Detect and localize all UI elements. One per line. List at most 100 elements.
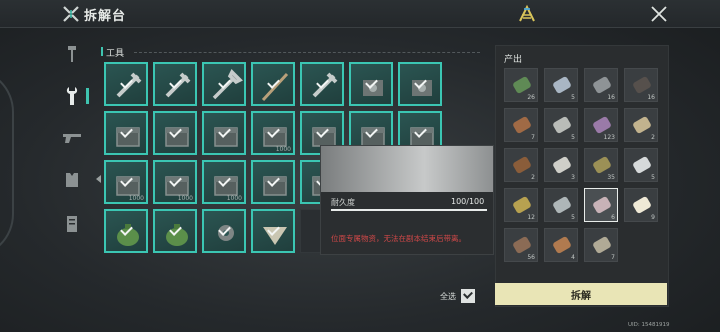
grid-item[interactable] [104, 209, 148, 253]
rail-arc-decoration [0, 68, 14, 258]
output-item[interactable]: 12 [504, 188, 538, 222]
category-tab-hammer[interactable] [60, 42, 84, 66]
grid-item[interactable]: 1000 [104, 160, 148, 204]
section-divider [134, 52, 480, 53]
output-qty: 5 [571, 134, 575, 141]
output-qty: 123 [603, 134, 615, 141]
output-item[interactable]: 5 [624, 148, 658, 182]
box-icon [116, 127, 140, 147]
grid-item[interactable] [202, 111, 246, 155]
durability-value: 100/100 [451, 197, 485, 206]
dismantle-button[interactable]: 拆解 [495, 283, 667, 305]
output-item[interactable]: 16 [584, 68, 618, 102]
output-qty: 5 [571, 94, 575, 101]
output-item[interactable]: 56 [504, 228, 538, 262]
tooltip-warning: 位面专属物资，无法在剧本结束后带离。 [331, 234, 466, 243]
vest-icon [66, 173, 78, 187]
item-count: 1000 [275, 146, 291, 153]
output-item[interactable]: 35 [584, 148, 618, 182]
output-item[interactable]: 123 [584, 108, 618, 142]
output-item[interactable]: 4 [544, 228, 578, 262]
output-qty: 12 [527, 214, 535, 221]
grid-item[interactable] [153, 62, 197, 106]
grid-item[interactable] [153, 111, 197, 155]
machine-icon [363, 80, 383, 96]
kite-icon [263, 227, 287, 245]
tool-icon [312, 72, 338, 98]
output-qty: 6 [611, 214, 615, 221]
gun-icon [63, 134, 81, 143]
tooltip-header [321, 146, 493, 192]
output-item[interactable]: 5 [544, 108, 578, 142]
select-all-label: 全选 [440, 291, 456, 301]
output-item[interactable]: 26 [504, 68, 538, 102]
book-icon [67, 216, 77, 232]
grid-item[interactable] [251, 62, 295, 106]
durability-bar [331, 209, 487, 211]
output-title: 产出 [504, 55, 523, 65]
item-count: 1000 [128, 195, 144, 202]
grid-item[interactable]: 1000 [153, 160, 197, 204]
grid-item[interactable] [300, 62, 344, 106]
output-qty: 3 [571, 174, 575, 181]
category-tab-documents[interactable] [60, 212, 84, 236]
select-all-checkbox[interactable] [461, 289, 475, 303]
output-item[interactable]: 16 [624, 68, 658, 102]
grid-item[interactable]: 1000 [202, 160, 246, 204]
category-tab-weapons[interactable] [60, 126, 84, 150]
output-item[interactable]: 5 [544, 188, 578, 222]
durability-bar-fill [331, 209, 487, 211]
output-item[interactable]: 7 [504, 108, 538, 142]
item-count: 1000 [226, 195, 242, 202]
output-qty: 7 [531, 134, 535, 141]
machine-icon [412, 80, 432, 96]
category-rail [0, 28, 95, 332]
select-all-toggle[interactable]: 全选 [440, 289, 475, 303]
rod-icon [261, 72, 289, 102]
output-qty: 4 [571, 254, 575, 261]
output-qty: 7 [611, 254, 615, 261]
category-tab-armor[interactable] [60, 168, 84, 192]
grid-item[interactable] [104, 111, 148, 155]
output-item[interactable]: 9 [624, 188, 658, 222]
output-item[interactable]: 2 [624, 108, 658, 142]
box-icon [214, 127, 238, 147]
hammer-icon [68, 46, 76, 62]
grid-item[interactable] [349, 62, 393, 106]
grid-item[interactable] [153, 209, 197, 253]
output-item[interactable]: 5 [544, 68, 578, 102]
tool-icon [116, 72, 142, 98]
output-panel: 产出 26 5 16 16 7 5 123 2 2 3 35 5 12 5 6 … [495, 45, 669, 307]
output-qty: 2 [651, 134, 655, 141]
output-qty: 56 [527, 254, 535, 261]
grid-item[interactable] [202, 209, 246, 253]
category-tab-tools[interactable] [60, 84, 89, 108]
grid-item[interactable] [251, 209, 295, 253]
uid-label: UID: 15481919 [628, 322, 670, 328]
close-icon[interactable] [648, 3, 670, 25]
durability-label: 耐久度 [331, 198, 355, 207]
sack-icon [166, 224, 188, 246]
output-item[interactable]: 6 [584, 188, 618, 222]
section-label: 工具 [100, 46, 124, 59]
output-item[interactable]: 7 [584, 228, 618, 262]
page-title: 拆解台 [84, 9, 127, 24]
output-qty: 5 [571, 214, 575, 221]
wrench-icon [212, 69, 243, 100]
scroll-left-arrow-icon[interactable] [96, 175, 101, 183]
rank-badge-icon[interactable] [516, 3, 538, 25]
output-qty: 2 [531, 174, 535, 181]
grid-item[interactable] [202, 62, 246, 106]
grid-item[interactable]: 1000 [251, 111, 295, 155]
output-qty: 9 [651, 214, 655, 221]
output-qty: 26 [527, 94, 535, 101]
grid-item[interactable] [251, 160, 295, 204]
box-icon [165, 127, 189, 147]
item-tooltip: 耐久度 100/100 位面专属物资，无法在剧本结束后带离。 [320, 145, 494, 255]
output-qty: 5 [651, 174, 655, 181]
grid-item[interactable] [104, 62, 148, 106]
output-item[interactable]: 3 [544, 148, 578, 182]
grid-item[interactable] [398, 62, 442, 106]
item-count: 1000 [177, 195, 193, 202]
output-item[interactable]: 2 [504, 148, 538, 182]
